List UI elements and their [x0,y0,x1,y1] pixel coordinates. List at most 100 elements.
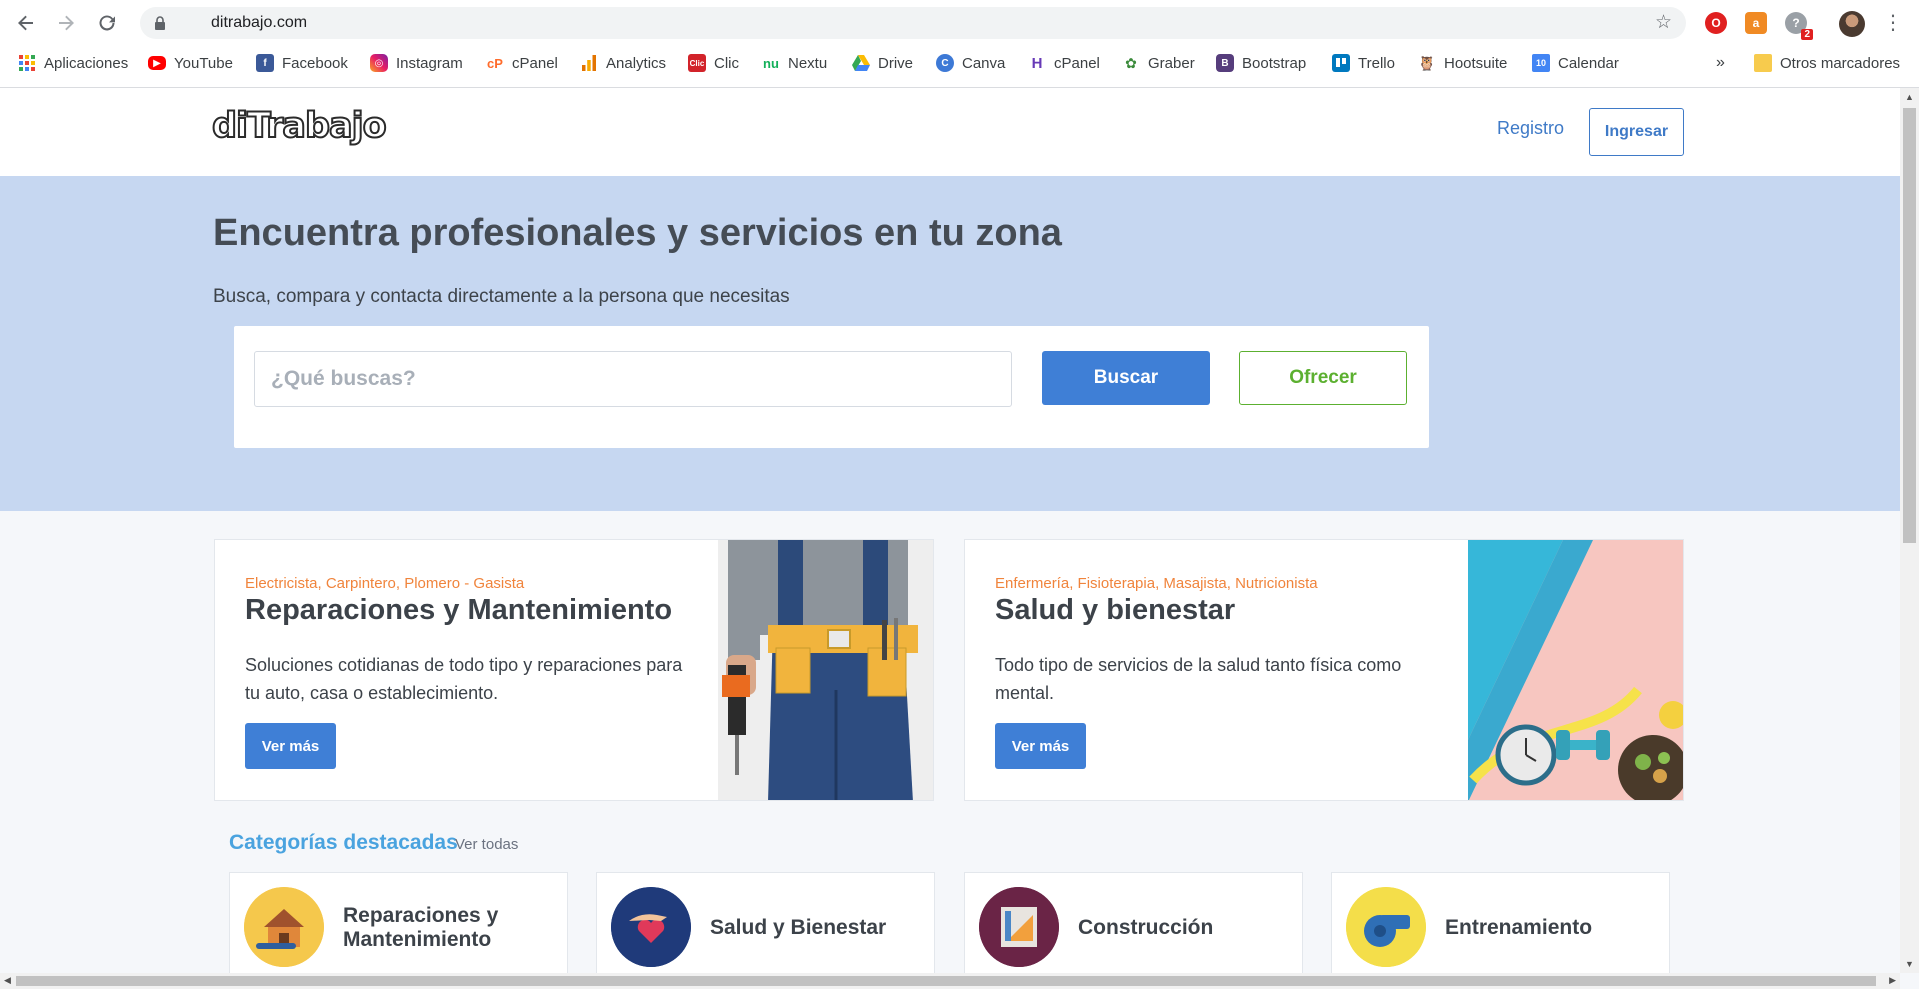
card-description: Todo tipo de servicios de la salud tanto… [995,655,1402,703]
facebook-icon: f [256,54,274,72]
browser-chrome: ditrabajo.com ☆ O a ? 2 ⋮ Aplicaciones ▶… [0,0,1919,88]
bookmark-hootsuite[interactable]: 🦉 Hootsuite [1418,52,1507,74]
bookmark-label: Nextu [788,54,828,72]
shopping-extension-icon[interactable]: a [1745,12,1767,34]
card-see-more-button[interactable]: Ver más [245,723,336,769]
instagram-icon: ◎ [370,54,388,72]
bookmarks-overflow-button[interactable]: » [1716,52,1725,74]
card-tags: Electricista, Carpintero, Plomero - Gasi… [245,575,525,592]
category-training[interactable]: Entrenamiento [1331,872,1670,973]
hootsuite-icon: 🦉 [1418,54,1436,71]
bookmark-label: cPanel [1054,54,1100,72]
bookmark-trello[interactable]: Trello [1332,52,1395,74]
browser-toolbar: ditrabajo.com ☆ O a ? 2 ⋮ [0,0,1919,46]
canva-icon: C [936,54,954,72]
horizontal-scrollbar[interactable]: ◀ ▶ [0,973,1900,989]
house-tools-icon [244,887,324,967]
bookmark-drive[interactable]: Drive [852,52,913,74]
bookmarks-bar: Aplicaciones ▶ YouTube f Facebook ◎ Instagr… [0,48,1919,78]
card-description: Soluciones cotidianas de todo tipo y rep… [245,655,683,703]
category-label: Entrenamiento [1445,916,1593,939]
back-icon[interactable] [11,8,41,38]
bookmark-label: Aplicaciones [44,54,129,72]
register-link[interactable]: Registro [1497,118,1564,139]
bookmark-youtube[interactable]: ▶ YouTube [148,52,233,74]
bookmark-aplicaciones[interactable]: Aplicaciones [18,52,128,74]
bookmark-analytics[interactable]: Analytics [580,52,666,74]
offer-button[interactable]: Ofrecer [1239,351,1407,405]
bookmark-instagram[interactable]: ◎ Instagram [370,52,463,74]
calendar-icon: 10 [1532,54,1550,72]
site-logo[interactable]: diTrabajo [211,105,388,147]
bookmark-canva[interactable]: C Canva [936,52,1005,74]
cpanel-h-icon: H [1031,54,1043,72]
scroll-up-icon[interactable]: ▲ [1905,92,1914,102]
graber-icon: ✿ [1125,54,1137,71]
featured-categories-title: Categorías destacadas [229,831,458,854]
handyman-image [718,540,933,800]
url-text: ditrabajo.com [211,14,308,31]
bookmark-label: Hootsuite [1444,54,1508,72]
profile-avatar[interactable] [1839,11,1865,37]
wellness-image [1468,540,1683,800]
bookmark-label: YouTube [174,54,233,72]
category-construction[interactable]: Construcción [964,872,1303,973]
scroll-left-icon[interactable]: ◀ [4,975,11,986]
search-button[interactable]: Buscar [1042,351,1210,405]
bookmark-label: Instagram [396,54,463,72]
bookmark-label: Facebook [282,54,348,72]
bookmark-facebook[interactable]: f Facebook [256,52,348,74]
whistle-icon [1346,887,1426,967]
page-viewport: diTrabajo Registro Ingresar Encuentra pr… [0,88,1900,973]
bookmark-clic[interactable]: Clic Clic [688,52,739,74]
scroll-down-icon[interactable]: ▼ [1905,959,1914,969]
category-repairs[interactable]: Reparaciones y Mantenimiento [229,872,568,973]
category-health[interactable]: Salud y Bienestar [596,872,935,973]
horizontal-scroll-thumb[interactable] [16,976,1876,986]
nextu-icon: nu [763,55,779,71]
see-all-categories-link[interactable]: Ver todas [455,836,518,853]
card-see-more-button[interactable]: Ver más [995,723,1086,769]
bookmark-cpanel[interactable]: cP cPanel [486,52,558,74]
bookmark-graber[interactable]: ✿ Graber [1122,52,1195,74]
bookmark-other-folder[interactable]: Otros marcadores [1754,52,1900,74]
opera-extension-icon[interactable]: O [1705,12,1727,34]
bookmark-label: Trello [1358,54,1395,72]
youtube-icon: ▶ [148,56,166,70]
category-label: Salud y Bienestar [710,916,887,939]
site-header: diTrabajo Registro Ingresar [0,88,1900,176]
bookmark-cpanel-2[interactable]: HcPanel [1028,52,1100,74]
category-label: Construcción [1078,916,1214,939]
browser-menu-icon[interactable]: ⋮ [1883,10,1903,35]
bookmark-label: Canva [962,54,1006,72]
card-title: Salud y bienestar [995,594,1236,626]
reload-icon[interactable] [92,8,122,38]
bookmark-calendar[interactable]: 10 Calendar [1532,52,1619,74]
bookmark-label: Otros marcadores [1780,54,1901,72]
extension-badge: 2 [1801,29,1813,40]
scroll-right-icon[interactable]: ▶ [1889,975,1896,986]
vertical-scroll-thumb[interactable] [1903,108,1916,543]
service-card-health: Enfermería, Fisioterapia, Masajista, Nut… [964,539,1684,801]
forward-icon[interactable] [51,8,81,38]
clic-icon: Clic [688,54,706,72]
bookmark-label: Clic [714,54,739,72]
apps-grid-icon [18,54,36,72]
blueprint-ruler-icon [979,887,1059,967]
category-label: Reparaciones y Mantenimiento [343,904,499,951]
card-tags: Enfermería, Fisioterapia, Masajista, Nut… [995,575,1318,592]
bookmark-star-icon[interactable]: ☆ [1655,11,1672,34]
bookmark-label: Graber [1148,54,1195,72]
address-bar[interactable]: ditrabajo.com ☆ [140,7,1686,39]
heart-hand-icon [611,887,691,967]
vertical-scrollbar[interactable]: ▲ ▼ [1900,88,1919,973]
login-button[interactable]: Ingresar [1589,108,1684,156]
bookmark-nextu[interactable]: nu Nextu [762,52,827,74]
bookmark-bootstrap[interactable]: B Bootstrap [1216,52,1306,74]
cpanel-icon: cP [487,55,503,71]
drive-icon [852,54,870,72]
search-panel: Buscar Ofrecer [234,326,1429,448]
bookmark-label: Drive [878,54,914,72]
help-extension-icon[interactable]: ? 2 [1785,12,1813,40]
search-input[interactable] [254,351,1012,407]
